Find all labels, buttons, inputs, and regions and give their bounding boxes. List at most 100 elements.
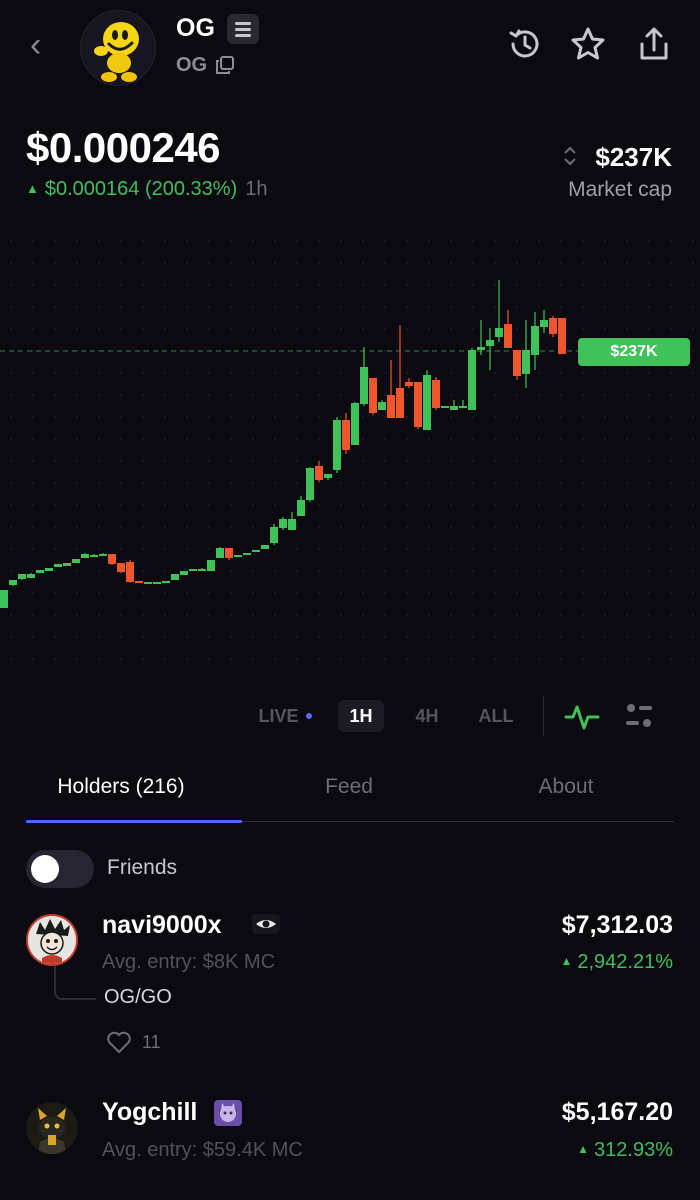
holder-comment: OG/GO [104, 986, 172, 1008]
candle-body [126, 562, 134, 582]
candle-body [279, 519, 287, 528]
candle-body [360, 367, 368, 404]
candle-body [522, 350, 530, 374]
candle-body [243, 553, 251, 555]
candle-body [495, 328, 503, 337]
timeframe-divider [543, 696, 544, 736]
candle-body [135, 581, 143, 583]
candle-body [27, 574, 35, 578]
avatar[interactable] [26, 914, 78, 966]
candle-body [63, 563, 71, 566]
timeframe-live[interactable]: LIVE [250, 700, 320, 732]
candle-body [378, 402, 386, 410]
timeframe-1h[interactable]: 1H [338, 700, 384, 732]
candle-body [558, 318, 566, 354]
comment-connector [54, 966, 96, 1000]
candle-body [198, 569, 206, 571]
token-price: $0.000246 [26, 124, 221, 171]
candle-body [0, 590, 8, 608]
candle-body [324, 474, 332, 478]
candle-body [108, 554, 116, 564]
candlestick-chart[interactable] [0, 230, 700, 670]
candle-body [333, 420, 341, 470]
holder-avg-entry: Avg. entry: $8K MC [102, 951, 276, 973]
candle-body [306, 468, 314, 500]
candle-body [504, 324, 512, 348]
holder-avg-entry: Avg. entry: $59.4K MC [102, 1139, 303, 1161]
sort-arrows-icon[interactable] [562, 144, 578, 168]
copy-icon[interactable] [216, 56, 234, 74]
candle-body [432, 380, 440, 408]
settings-sliders-icon[interactable] [624, 702, 654, 730]
candle-body [90, 555, 98, 557]
candle-body [513, 350, 521, 376]
timeframe-4h[interactable]: 4H [404, 700, 450, 732]
timeframe-all[interactable]: ALL [470, 700, 522, 732]
price-change-value: $0.000164 (200.33%) [44, 178, 238, 200]
tab-feed[interactable]: Feed [256, 775, 442, 799]
up-triangle-icon: ▲ [560, 954, 573, 968]
candle-body [387, 395, 395, 418]
candle-body [171, 574, 179, 580]
holder-pnl: ▲ 312.93% [577, 1139, 673, 1162]
candlestick-plot [0, 280, 580, 608]
candle-body [549, 318, 557, 334]
friends-toggle[interactable] [26, 850, 94, 888]
candle-body [396, 388, 404, 418]
holder-pnl-value: 312.93% [594, 1139, 673, 1161]
cat-avatar-icon [38, 1108, 66, 1154]
star-icon[interactable] [568, 24, 608, 64]
candle-body [297, 500, 305, 516]
history-icon[interactable] [505, 24, 545, 64]
candle-body [342, 420, 350, 450]
holder-name[interactable]: navi9000x [102, 911, 222, 940]
candle-body [459, 406, 467, 408]
candle-body [162, 581, 170, 583]
up-triangle-icon: ▲ [577, 1142, 590, 1156]
heart-icon[interactable] [106, 1030, 132, 1054]
tab-about[interactable]: About [480, 775, 652, 799]
candle-body [18, 574, 26, 579]
menu-icon[interactable] [227, 14, 259, 44]
timeframe-live-label: LIVE [258, 706, 299, 726]
candle-body [477, 347, 485, 350]
candle-body [423, 375, 431, 430]
candle-body [468, 350, 476, 410]
candle-body [540, 320, 548, 327]
token-ticker: OG [176, 54, 208, 76]
share-icon[interactable] [634, 24, 674, 64]
holder-pnl: ▲ 2,942.21% [560, 951, 673, 974]
candle-body [54, 564, 62, 567]
candle-body [234, 555, 242, 557]
candle-body [288, 519, 296, 530]
holder-name[interactable]: Yogchill [102, 1098, 197, 1127]
candle-body [531, 326, 539, 355]
candle-body [414, 382, 422, 427]
candle-body [225, 548, 233, 558]
back-chevron-icon[interactable]: ‹ [30, 28, 64, 64]
holder-value: $7,312.03 [561, 911, 673, 939]
smiley-mascot-icon [94, 22, 139, 82]
candle-body [252, 550, 260, 552]
market-cap-label: Market cap [568, 178, 672, 201]
candle-body [72, 559, 80, 563]
current-price-tag: $237K [578, 338, 690, 366]
candle-body [180, 571, 188, 575]
avatar[interactable] [26, 1102, 78, 1154]
candle-body [261, 545, 269, 549]
candle-body [81, 554, 89, 558]
holder-pnl-value: 2,942.21% [577, 951, 673, 973]
candle-body [486, 340, 494, 346]
candle-body [369, 378, 377, 413]
cartoon-face-avatar-icon [36, 919, 70, 964]
friends-label: Friends [107, 856, 178, 879]
candle-body [270, 527, 278, 543]
tab-holders[interactable]: Holders (216) [26, 775, 216, 799]
active-tab-indicator [26, 820, 242, 823]
candle-body [450, 406, 458, 410]
market-cap-value: $237K [595, 142, 672, 172]
candle-body [189, 569, 197, 571]
line-chart-toggle-icon[interactable] [563, 700, 601, 734]
candle-body [441, 406, 449, 408]
candle-body [144, 582, 152, 584]
